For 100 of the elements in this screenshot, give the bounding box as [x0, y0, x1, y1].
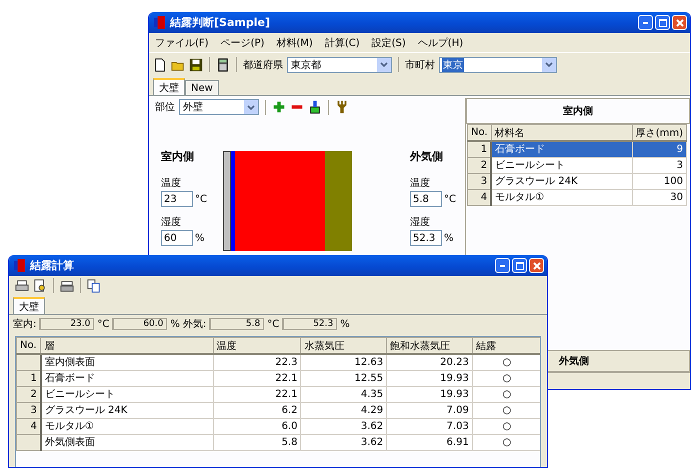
minimize-button[interactable] [495, 258, 510, 273]
print-setup-icon[interactable] [60, 278, 74, 292]
temperature-field[interactable]: 23 [161, 191, 193, 207]
caret-icon [247, 104, 255, 110]
field-label: 温度 [161, 176, 182, 190]
copy-icon[interactable] [87, 278, 101, 292]
row-number: 3 [16, 402, 41, 418]
unit-label: °C [195, 194, 207, 204]
info-label: 室内: [13, 318, 36, 331]
column-header[interactable]: No. [468, 124, 492, 141]
save-icon[interactable] [189, 58, 203, 72]
field-label: 湿度 [410, 216, 431, 229]
table-cell: 石膏ボード [491, 141, 632, 158]
close-icon [532, 262, 540, 270]
unit-label: % [444, 232, 454, 244]
table-cell: 100 [632, 174, 686, 190]
row-number: 1 [468, 141, 492, 158]
table-cell: モルタル① [491, 190, 632, 206]
table-cell: 12.63 [300, 354, 387, 370]
window-title: 結露計算 [30, 258, 74, 273]
table-cell: 22.3 [213, 354, 301, 370]
table-cell: 3.62 [300, 418, 387, 434]
column-header[interactable]: 厚さ(mm) [632, 124, 686, 141]
table-cell: 12.55 [300, 370, 387, 386]
temperature-field[interactable]: 5.8 [410, 191, 442, 207]
prefecture-dropdown[interactable]: 東京都 [287, 56, 392, 72]
maximize-button[interactable] [655, 15, 670, 30]
humidity-field[interactable]: 52.3 [410, 230, 442, 246]
table-cell: 石膏ボード [40, 370, 214, 386]
minimize-icon [500, 264, 505, 266]
new-file-icon[interactable] [153, 58, 167, 72]
row-number: 3 [468, 174, 492, 190]
table-cell: グラスウール 24K [491, 174, 632, 190]
row-number: 1 [16, 370, 41, 386]
table-cell: 室内側表面 [40, 354, 214, 370]
info-label: 外気: [182, 318, 206, 331]
caret-icon [380, 62, 388, 67]
menu-item[interactable]: 材料(M) [276, 36, 313, 50]
row-number: 2 [468, 158, 492, 174]
menu-item[interactable]: ヘルプ(H) [418, 36, 464, 50]
table-cell: 5.8 [213, 434, 301, 450]
table-cell: 20.23 [386, 354, 472, 370]
column-header[interactable]: 材料名 [491, 124, 632, 141]
unit-label: °C [444, 194, 456, 204]
calculator-icon[interactable] [216, 58, 230, 72]
table-cell: 9 [632, 141, 686, 158]
table-cell: 3.62 [300, 434, 387, 450]
menu-item[interactable]: ファイル(F) [155, 36, 209, 50]
window-title: 結露判断[Sample] [170, 15, 270, 30]
insert-icon[interactable] [308, 100, 322, 114]
table-cell: 外気側表面 [40, 434, 214, 450]
tab[interactable]: New [185, 80, 219, 95]
panel-heading: 室内側 [466, 98, 690, 124]
maximize-button[interactable] [512, 258, 527, 273]
column-header[interactable]: 温度 [213, 338, 301, 354]
city-label: 市町村 [405, 58, 435, 72]
column-header[interactable]: 層 [40, 338, 214, 354]
table-cell: 30 [632, 190, 686, 206]
minimize-button[interactable] [638, 15, 653, 30]
table-cell: 3 [632, 158, 686, 174]
table-cell: 6.2 [213, 402, 301, 418]
column-header[interactable]: 水蒸気圧 [300, 338, 387, 354]
unit-label: °C [97, 318, 110, 330]
humidity-value: 60.0 [112, 318, 168, 330]
plus-icon[interactable] [272, 100, 286, 114]
table-cell: 19.93 [386, 386, 472, 402]
table-cell: 7.03 [386, 418, 472, 434]
tab[interactable]: 大壁 [153, 78, 185, 95]
column-header[interactable]: No. [16, 338, 41, 354]
app-icon [154, 16, 165, 29]
table-cell: 7.09 [386, 402, 472, 418]
column-header[interactable]: 飽和水蒸気圧 [386, 338, 472, 354]
table-cell: 6.91 [386, 434, 472, 450]
caret-icon [545, 62, 553, 67]
row-number: 4 [16, 418, 41, 434]
menu-item[interactable]: 計算(C) [324, 36, 360, 50]
printer-icon[interactable] [15, 278, 29, 292]
tab[interactable]: 大壁 [13, 297, 45, 314]
menu-item[interactable]: 設定(S) [372, 36, 406, 50]
part-dropdown[interactable]: 外壁 [179, 99, 259, 115]
print-preview-icon[interactable] [33, 278, 47, 292]
table-cell: 22.1 [213, 370, 301, 386]
wrench-icon[interactable] [335, 100, 349, 114]
table-cell: 4.35 [300, 386, 387, 402]
close-icon [676, 18, 684, 26]
humidity-field[interactable]: 60 [161, 230, 193, 246]
unit-label: % [195, 232, 205, 244]
temperature-value: 23.0 [39, 318, 94, 330]
prefecture-label: 都道府県 [243, 58, 283, 72]
city-dropdown[interactable]: 東京 [439, 56, 557, 72]
temperature-value: 5.8 [209, 318, 264, 330]
field-label: 温度 [410, 176, 431, 190]
menu-item[interactable]: ページ(P) [220, 36, 264, 50]
unit-label: % [340, 318, 350, 330]
humidity-value: 52.3 [282, 318, 338, 330]
close-button[interactable] [672, 15, 687, 30]
close-button[interactable] [529, 258, 544, 273]
column-header[interactable]: 結露 [472, 338, 540, 354]
unit-label: °C [267, 318, 280, 330]
maximize-icon [516, 262, 524, 270]
